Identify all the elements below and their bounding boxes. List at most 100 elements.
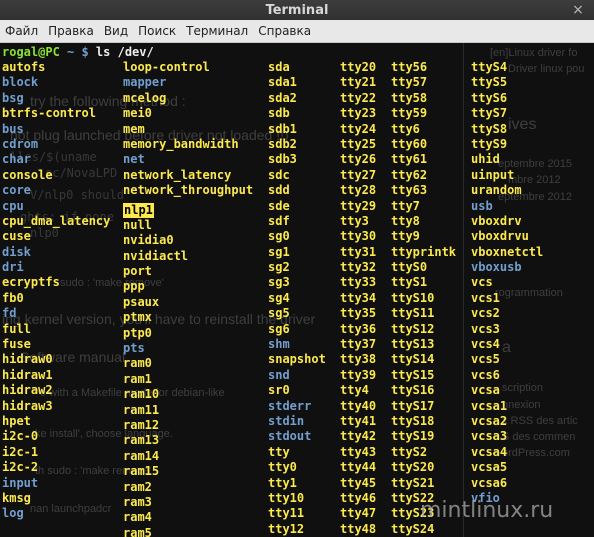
dev-entry: vcs3 bbox=[471, 321, 500, 336]
dev-entry: sr0 bbox=[268, 383, 290, 398]
dev-entry: ttyS9 bbox=[471, 136, 508, 151]
dev-entry: tty33 bbox=[340, 275, 377, 290]
dev-entry: sdb2 bbox=[268, 136, 297, 151]
menu-edit[interactable]: Правка bbox=[43, 24, 99, 38]
menu-view[interactable]: Вид bbox=[99, 24, 133, 38]
menu-help[interactable]: Справка bbox=[253, 24, 316, 38]
dev-entry: tty41 bbox=[340, 413, 377, 428]
dev-entry: hidraw3 bbox=[2, 398, 53, 413]
dev-entry: console bbox=[2, 167, 53, 182]
dev-entry: vcsa1 bbox=[471, 398, 508, 413]
dev-entry: tty61 bbox=[391, 152, 428, 167]
dev-entry: ram10 bbox=[123, 387, 160, 402]
dev-entry: hidraw2 bbox=[2, 383, 53, 398]
dev-entry: mei0 bbox=[123, 106, 152, 121]
dev-entry: tty36 bbox=[340, 321, 377, 336]
dev-entry: tty63 bbox=[391, 183, 428, 198]
terminal-window: Terminal × Файл Правка Вид Поиск Термина… bbox=[0, 0, 594, 537]
dev-entry: stderr bbox=[268, 398, 312, 413]
dev-entry: disk bbox=[2, 244, 31, 259]
dev-entry: vcsa4 bbox=[471, 444, 508, 459]
dev-entry: tty27 bbox=[340, 167, 377, 182]
dev-entry: ttyS14 bbox=[391, 352, 435, 367]
dev-entry: ttyprintk bbox=[391, 244, 457, 259]
dev-entry: vcsa5 bbox=[471, 460, 508, 475]
dev-entry: vboxnetctl bbox=[471, 244, 544, 259]
dev-entry: tty45 bbox=[340, 475, 377, 490]
dev-entry: net bbox=[123, 152, 145, 167]
dev-entry: ttyS18 bbox=[391, 413, 435, 428]
dev-entry: vcs4 bbox=[471, 337, 500, 352]
terminal-area[interactable]: try the following method : hot plug laun… bbox=[0, 43, 594, 537]
dev-entry: tty44 bbox=[340, 460, 377, 475]
dev-entry: fd bbox=[2, 306, 17, 321]
dev-entry: port bbox=[123, 264, 152, 279]
dev-entry: vcs2 bbox=[471, 306, 500, 321]
dev-entry: ram5 bbox=[123, 525, 152, 537]
dev-entry: nlp1 bbox=[123, 202, 154, 218]
dev-entry: tty6 bbox=[391, 121, 420, 136]
dev-entry: tty23 bbox=[340, 106, 377, 121]
dev-entry: tty22 bbox=[340, 90, 377, 105]
dev-entry: tty40 bbox=[340, 398, 377, 413]
dev-entry: ttyS7 bbox=[471, 106, 508, 121]
dev-entry: ptmx bbox=[123, 310, 152, 325]
close-icon[interactable]: × bbox=[570, 2, 586, 18]
prompt-user-host: rogal@PC bbox=[2, 45, 60, 59]
dev-entry: ptp0 bbox=[123, 325, 152, 340]
dev-entry: nvidia0 bbox=[123, 233, 174, 248]
dev-entry: null bbox=[123, 217, 152, 232]
dev-entry: vcsa bbox=[471, 383, 500, 398]
dev-entry: uinput bbox=[471, 167, 515, 182]
menu-search[interactable]: Поиск bbox=[133, 24, 181, 38]
dev-entry: usb bbox=[471, 198, 493, 213]
dev-entry: tty47 bbox=[340, 506, 377, 521]
dev-entry: bsg bbox=[2, 90, 24, 105]
dev-entry: tty10 bbox=[268, 490, 305, 505]
dev-entry: pts bbox=[123, 341, 145, 356]
dev-entry: tty9 bbox=[391, 229, 420, 244]
dev-entry: ram0 bbox=[123, 356, 152, 371]
dev-entry: tty57 bbox=[391, 75, 428, 90]
dev-entry: tty34 bbox=[340, 290, 377, 305]
dev-entry: vcsa6 bbox=[471, 475, 508, 490]
dev-entry: ram13 bbox=[123, 433, 160, 448]
window-title: Terminal bbox=[265, 2, 329, 18]
dev-entry: ttyS16 bbox=[391, 383, 435, 398]
dev-entry: vcs bbox=[471, 275, 493, 290]
dev-entry: vcsa2 bbox=[471, 413, 508, 428]
dev-entry: tty11 bbox=[268, 506, 305, 521]
dev-entry: input bbox=[2, 475, 39, 490]
dev-entry: network_throughput bbox=[123, 183, 254, 198]
prompt-path: ~ $ bbox=[59, 45, 89, 59]
dev-entry: tty38 bbox=[340, 352, 377, 367]
dev-entry: sg0 bbox=[268, 229, 290, 244]
dev-entry: tty32 bbox=[340, 260, 377, 275]
dev-entry: char bbox=[2, 152, 31, 167]
dev-entry: cpu_dma_latency bbox=[2, 213, 111, 228]
dev-entry: tty25 bbox=[340, 136, 377, 151]
dev-entry: snapshot bbox=[268, 352, 326, 367]
dev-entry: core bbox=[2, 183, 31, 198]
menu-terminal[interactable]: Терминал bbox=[181, 24, 253, 38]
menu-file[interactable]: Файл bbox=[0, 24, 43, 38]
dev-entry: hidraw0 bbox=[2, 352, 53, 367]
dev-entry: tty12 bbox=[268, 521, 305, 536]
dev-entry: ttyS17 bbox=[391, 398, 435, 413]
dev-entry: sg2 bbox=[268, 260, 290, 275]
dev-entry: tty21 bbox=[340, 75, 377, 90]
dev-entry: tty43 bbox=[340, 444, 377, 459]
dev-entry: ttyS24 bbox=[391, 521, 435, 536]
dev-entry: loop-control bbox=[123, 60, 210, 74]
dev-entry: hidraw1 bbox=[2, 367, 53, 382]
dev-entry: ram12 bbox=[123, 417, 160, 432]
dev-entry: hpet bbox=[2, 413, 31, 428]
dev-entry: full bbox=[2, 321, 31, 336]
listing-column-3: sda sda1 sda2 sdb sdb1 sdb2 sdb3 sdc sdd sde sdf sg… bbox=[268, 60, 326, 537]
dev-entry: tty59 bbox=[391, 106, 428, 121]
dev-entry: ram11 bbox=[123, 402, 160, 417]
title-bar[interactable]: Terminal × bbox=[0, 0, 594, 20]
dev-entry: sdb bbox=[268, 106, 290, 121]
dev-entry: ram2 bbox=[123, 479, 152, 494]
dev-entry: ttyS10 bbox=[391, 290, 435, 305]
